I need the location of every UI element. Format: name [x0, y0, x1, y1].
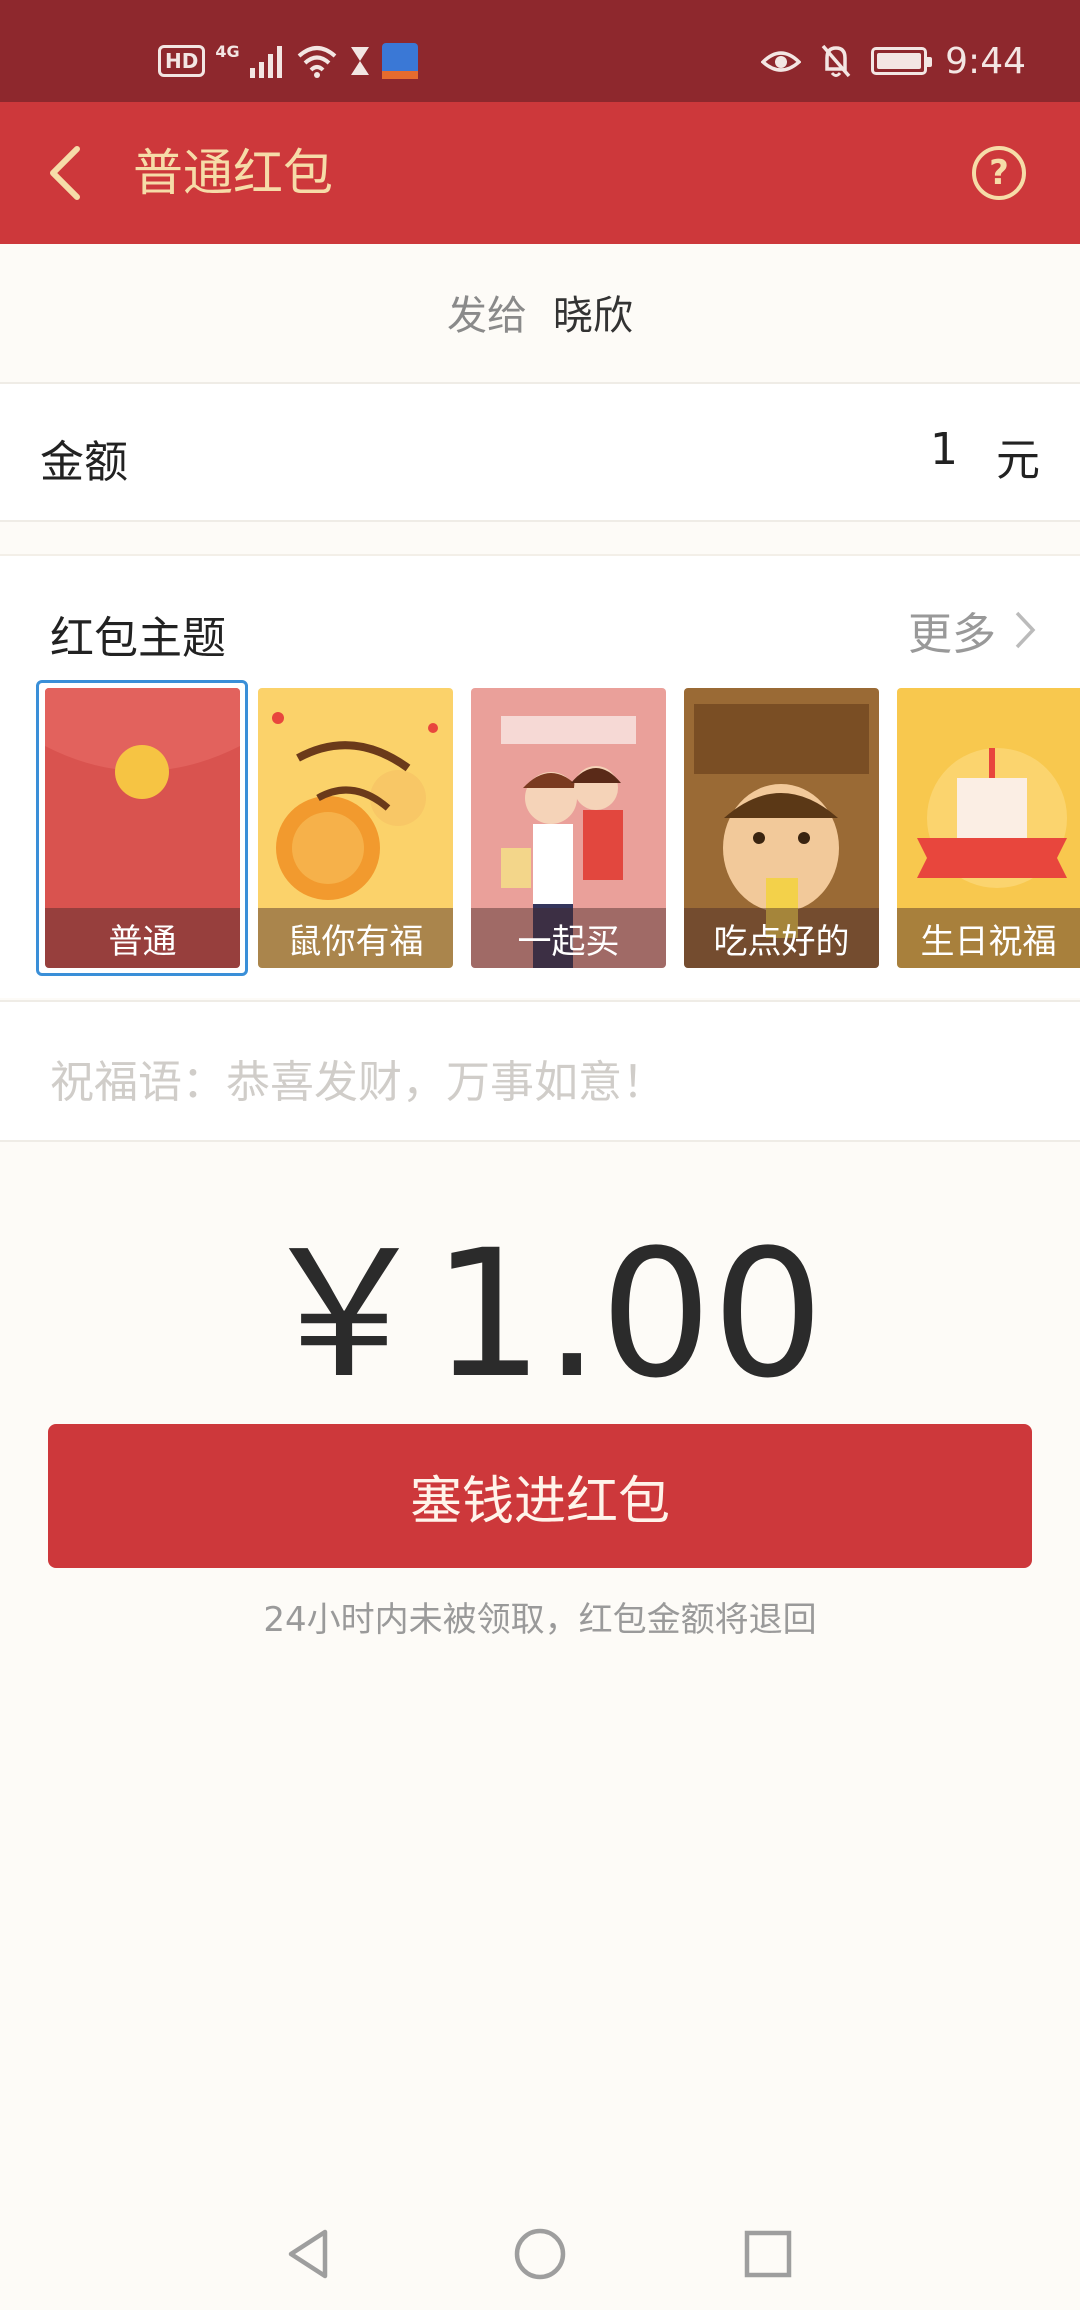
- theme-section-title: 红包主题: [50, 613, 226, 664]
- theme-card-putong[interactable]: 普通: [45, 688, 240, 968]
- theme-section: 红包主题 更多 普通 鼠你有福 一起买 吃点好的 生日祝福: [0, 554, 1080, 998]
- theme-card-label: 鼠你有福: [258, 908, 453, 968]
- theme-card-chidianhaode[interactable]: 吃点好的: [684, 688, 879, 968]
- total-amount-display: ￥1.00: [256, 1212, 824, 1417]
- theme-card-label: 一起买: [471, 908, 666, 968]
- theme-more-label: 更多: [908, 609, 996, 660]
- amount-field[interactable]: 金额 1 元: [0, 382, 1080, 522]
- system-nav-bar: [0, 2200, 1080, 2310]
- refund-hint: 24小时内未被领取，红包金额将退回: [263, 1600, 817, 1640]
- amount-value[interactable]: 1: [930, 424, 958, 488]
- theme-card-label: 吃点好的: [684, 908, 879, 968]
- amount-unit: 元: [996, 435, 1040, 486]
- battery-icon: [871, 47, 933, 75]
- back-button[interactable]: [30, 138, 100, 208]
- theme-card-yiqimai[interactable]: 一起买: [471, 688, 666, 968]
- status-icons-right: 9:44: [761, 38, 1026, 84]
- recipient-row: 发给 晓欣: [0, 244, 1080, 380]
- theme-card-shengrizhufu[interactable]: 生日祝福: [897, 688, 1080, 968]
- theme-card-shunizhufu[interactable]: 鼠你有福: [258, 688, 453, 968]
- triangle-back-icon: [288, 2229, 328, 2279]
- amount-value-group[interactable]: 1 元: [930, 424, 1040, 488]
- hourglass-icon: [350, 47, 369, 75]
- nav-back-button[interactable]: [276, 2222, 340, 2286]
- blessing-input[interactable]: 祝福语：恭喜发财，万事如意！: [0, 1000, 1080, 1142]
- square-recents-icon: [744, 2230, 792, 2278]
- amount-label: 金额: [40, 437, 128, 488]
- status-bar: HD 4G 9:44: [0, 0, 1080, 102]
- hd-icon: HD: [158, 45, 206, 77]
- wifi-icon: [297, 46, 336, 78]
- chevron-left-icon: [50, 146, 80, 200]
- help-button[interactable]: ?: [972, 146, 1026, 200]
- send-red-packet-button[interactable]: 塞钱进红包: [48, 1424, 1032, 1568]
- network-type: 4G: [215, 41, 240, 61]
- recipient-name: 晓欣: [553, 293, 633, 339]
- nav-home-button[interactable]: [508, 2222, 572, 2286]
- eye-comfort-icon: [761, 51, 802, 72]
- theme-card-label: 生日祝福: [897, 908, 1080, 968]
- signal-icon: [249, 46, 282, 78]
- circle-home-icon: [514, 2228, 566, 2280]
- app-notification-icon: [381, 43, 418, 79]
- recipient-label: 发给: [447, 293, 527, 339]
- page-title: 普通红包: [133, 144, 333, 202]
- theme-more-button[interactable]: 更多: [908, 598, 1036, 662]
- theme-card-label: 普通: [45, 908, 240, 968]
- title-bar: 普通红包 ?: [0, 102, 1080, 244]
- question-mark-icon: ?: [989, 153, 1009, 193]
- status-icons-left: HD 4G: [158, 38, 418, 84]
- blessing-placeholder: 祝福语：恭喜发财，万事如意！: [50, 1057, 666, 1108]
- nav-recents-button[interactable]: [736, 2222, 800, 2286]
- mute-bell-icon: [821, 44, 851, 78]
- clock: 9:44: [945, 40, 1026, 82]
- chevron-right-icon: [1015, 611, 1036, 649]
